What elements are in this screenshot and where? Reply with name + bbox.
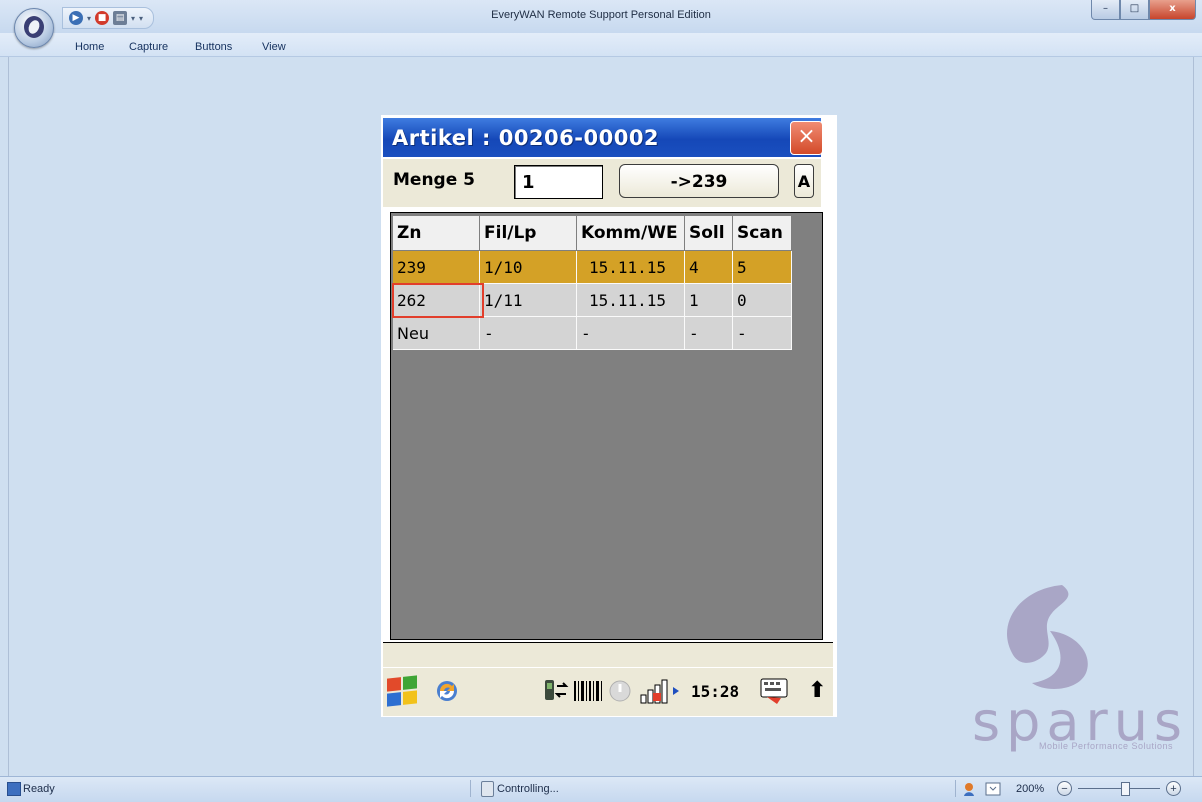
window-controls: – □ x <box>1091 0 1196 20</box>
cell-fil-lp[interactable]: 1/10 <box>480 251 577 284</box>
menu-home[interactable]: Home <box>75 41 104 53</box>
a-button[interactable]: A <box>794 164 814 198</box>
menu-bar: Home Capture Buttons View <box>0 33 1202 57</box>
device-titlebar: Artikel : 00206-00002 × <box>383 118 823 157</box>
zoom-in-button[interactable]: + <box>1166 781 1181 796</box>
sparus-wordmark: sparus <box>972 690 1189 753</box>
status-separator <box>470 780 471 797</box>
zoom-level: 200% <box>1016 783 1045 795</box>
device-status-strip <box>383 642 833 667</box>
focused-cell-indicator <box>392 283 484 318</box>
up-arrow-icon[interactable]: ⬆ <box>808 678 826 703</box>
windows-start-icon[interactable] <box>387 675 417 707</box>
cell-zn[interactable]: 239 <box>393 251 480 284</box>
sparus-logo-icon <box>1007 585 1088 689</box>
app-menu-orb-icon[interactable] <box>14 8 54 48</box>
menu-view[interactable]: View <box>262 41 286 53</box>
window-title: EveryWAN Remote Support Personal Edition <box>491 9 711 21</box>
maximize-button[interactable]: □ <box>1120 0 1149 20</box>
close-window-button[interactable]: x <box>1149 0 1196 20</box>
minimize-button[interactable]: – <box>1091 0 1120 20</box>
right-border <box>1193 57 1194 776</box>
fit-screen-icon[interactable] <box>985 781 1001 797</box>
menu-buttons[interactable]: Buttons <box>195 41 232 53</box>
menu-capture[interactable]: Capture <box>129 41 168 53</box>
controlling-icon <box>481 781 494 797</box>
connection-icon[interactable] <box>543 677 569 705</box>
column-header-zn[interactable]: Zn <box>393 216 480 251</box>
cell-soll[interactable]: 4 <box>685 251 733 284</box>
cell-komm-we[interactable]: - <box>577 317 685 350</box>
sync-icon[interactable] <box>433 677 461 705</box>
article-title: Artikel : 00206-00002 <box>392 126 660 150</box>
cell-komm-we[interactable]: 15.11.15 <box>577 251 685 284</box>
menge-label: Menge 5 <box>393 170 475 190</box>
column-header-scan[interactable]: Scan <box>733 216 792 251</box>
left-border <box>8 57 9 776</box>
device-taskbar: 15:28 ⬆ <box>383 668 833 716</box>
zoom-out-button[interactable]: − <box>1057 781 1072 796</box>
zoom-slider[interactable] <box>1078 788 1160 789</box>
cell-soll[interactable]: - <box>685 317 733 350</box>
ready-icon <box>7 782 21 796</box>
cell-fil-lp[interactable]: 1/11 <box>480 284 577 317</box>
cell-komm-we[interactable]: 15.11.15 <box>577 284 685 317</box>
cell-scan[interactable]: 5 <box>733 251 792 284</box>
goto-zone-button[interactable]: ->239 <box>619 164 779 198</box>
keyboard-icon[interactable] <box>759 677 789 705</box>
column-header-fil-lp[interactable]: Fil/Lp <box>480 216 577 251</box>
cell-soll[interactable]: 1 <box>685 284 733 317</box>
column-header-komm-we[interactable]: Komm/WE <box>577 216 685 251</box>
cell-fil-lp[interactable]: - <box>480 317 577 350</box>
cell-scan[interactable]: 0 <box>733 284 792 317</box>
status-separator <box>955 780 956 797</box>
signal-icon[interactable] <box>639 677 685 705</box>
zoom-slider-thumb[interactable] <box>1121 782 1130 796</box>
barcode-icon[interactable] <box>573 677 603 705</box>
status-ready: Ready <box>23 783 55 795</box>
quantity-row: Menge 5 1 ->239 A <box>383 159 821 207</box>
window-titlebar: ▶ ▾ ■ ▤ ▾ ▾ EveryWAN Remote Support Pers… <box>0 0 1202 34</box>
device-close-button[interactable]: × <box>790 121 823 155</box>
column-header-soll[interactable]: Soll <box>685 216 733 251</box>
article-table: Zn Fil/Lp Komm/WE Soll Scan 239 1/10 15.… <box>390 212 823 640</box>
cell-zn[interactable]: Neu <box>393 317 480 350</box>
status-controlling: Controlling... <box>497 783 559 795</box>
remote-control-icon[interactable] <box>963 781 979 797</box>
sparus-tagline: Mobile Performance Solutions <box>1039 741 1174 751</box>
cell-scan[interactable]: - <box>733 317 792 350</box>
power-icon[interactable] <box>607 677 633 705</box>
device-clock: 15:28 <box>691 682 740 701</box>
quantity-input[interactable]: 1 <box>514 165 603 199</box>
status-bar: Ready Controlling... 200% − + <box>0 776 1202 802</box>
device-screen[interactable]: Artikel : 00206-00002 × Menge 5 1 ->239 … <box>381 115 837 717</box>
